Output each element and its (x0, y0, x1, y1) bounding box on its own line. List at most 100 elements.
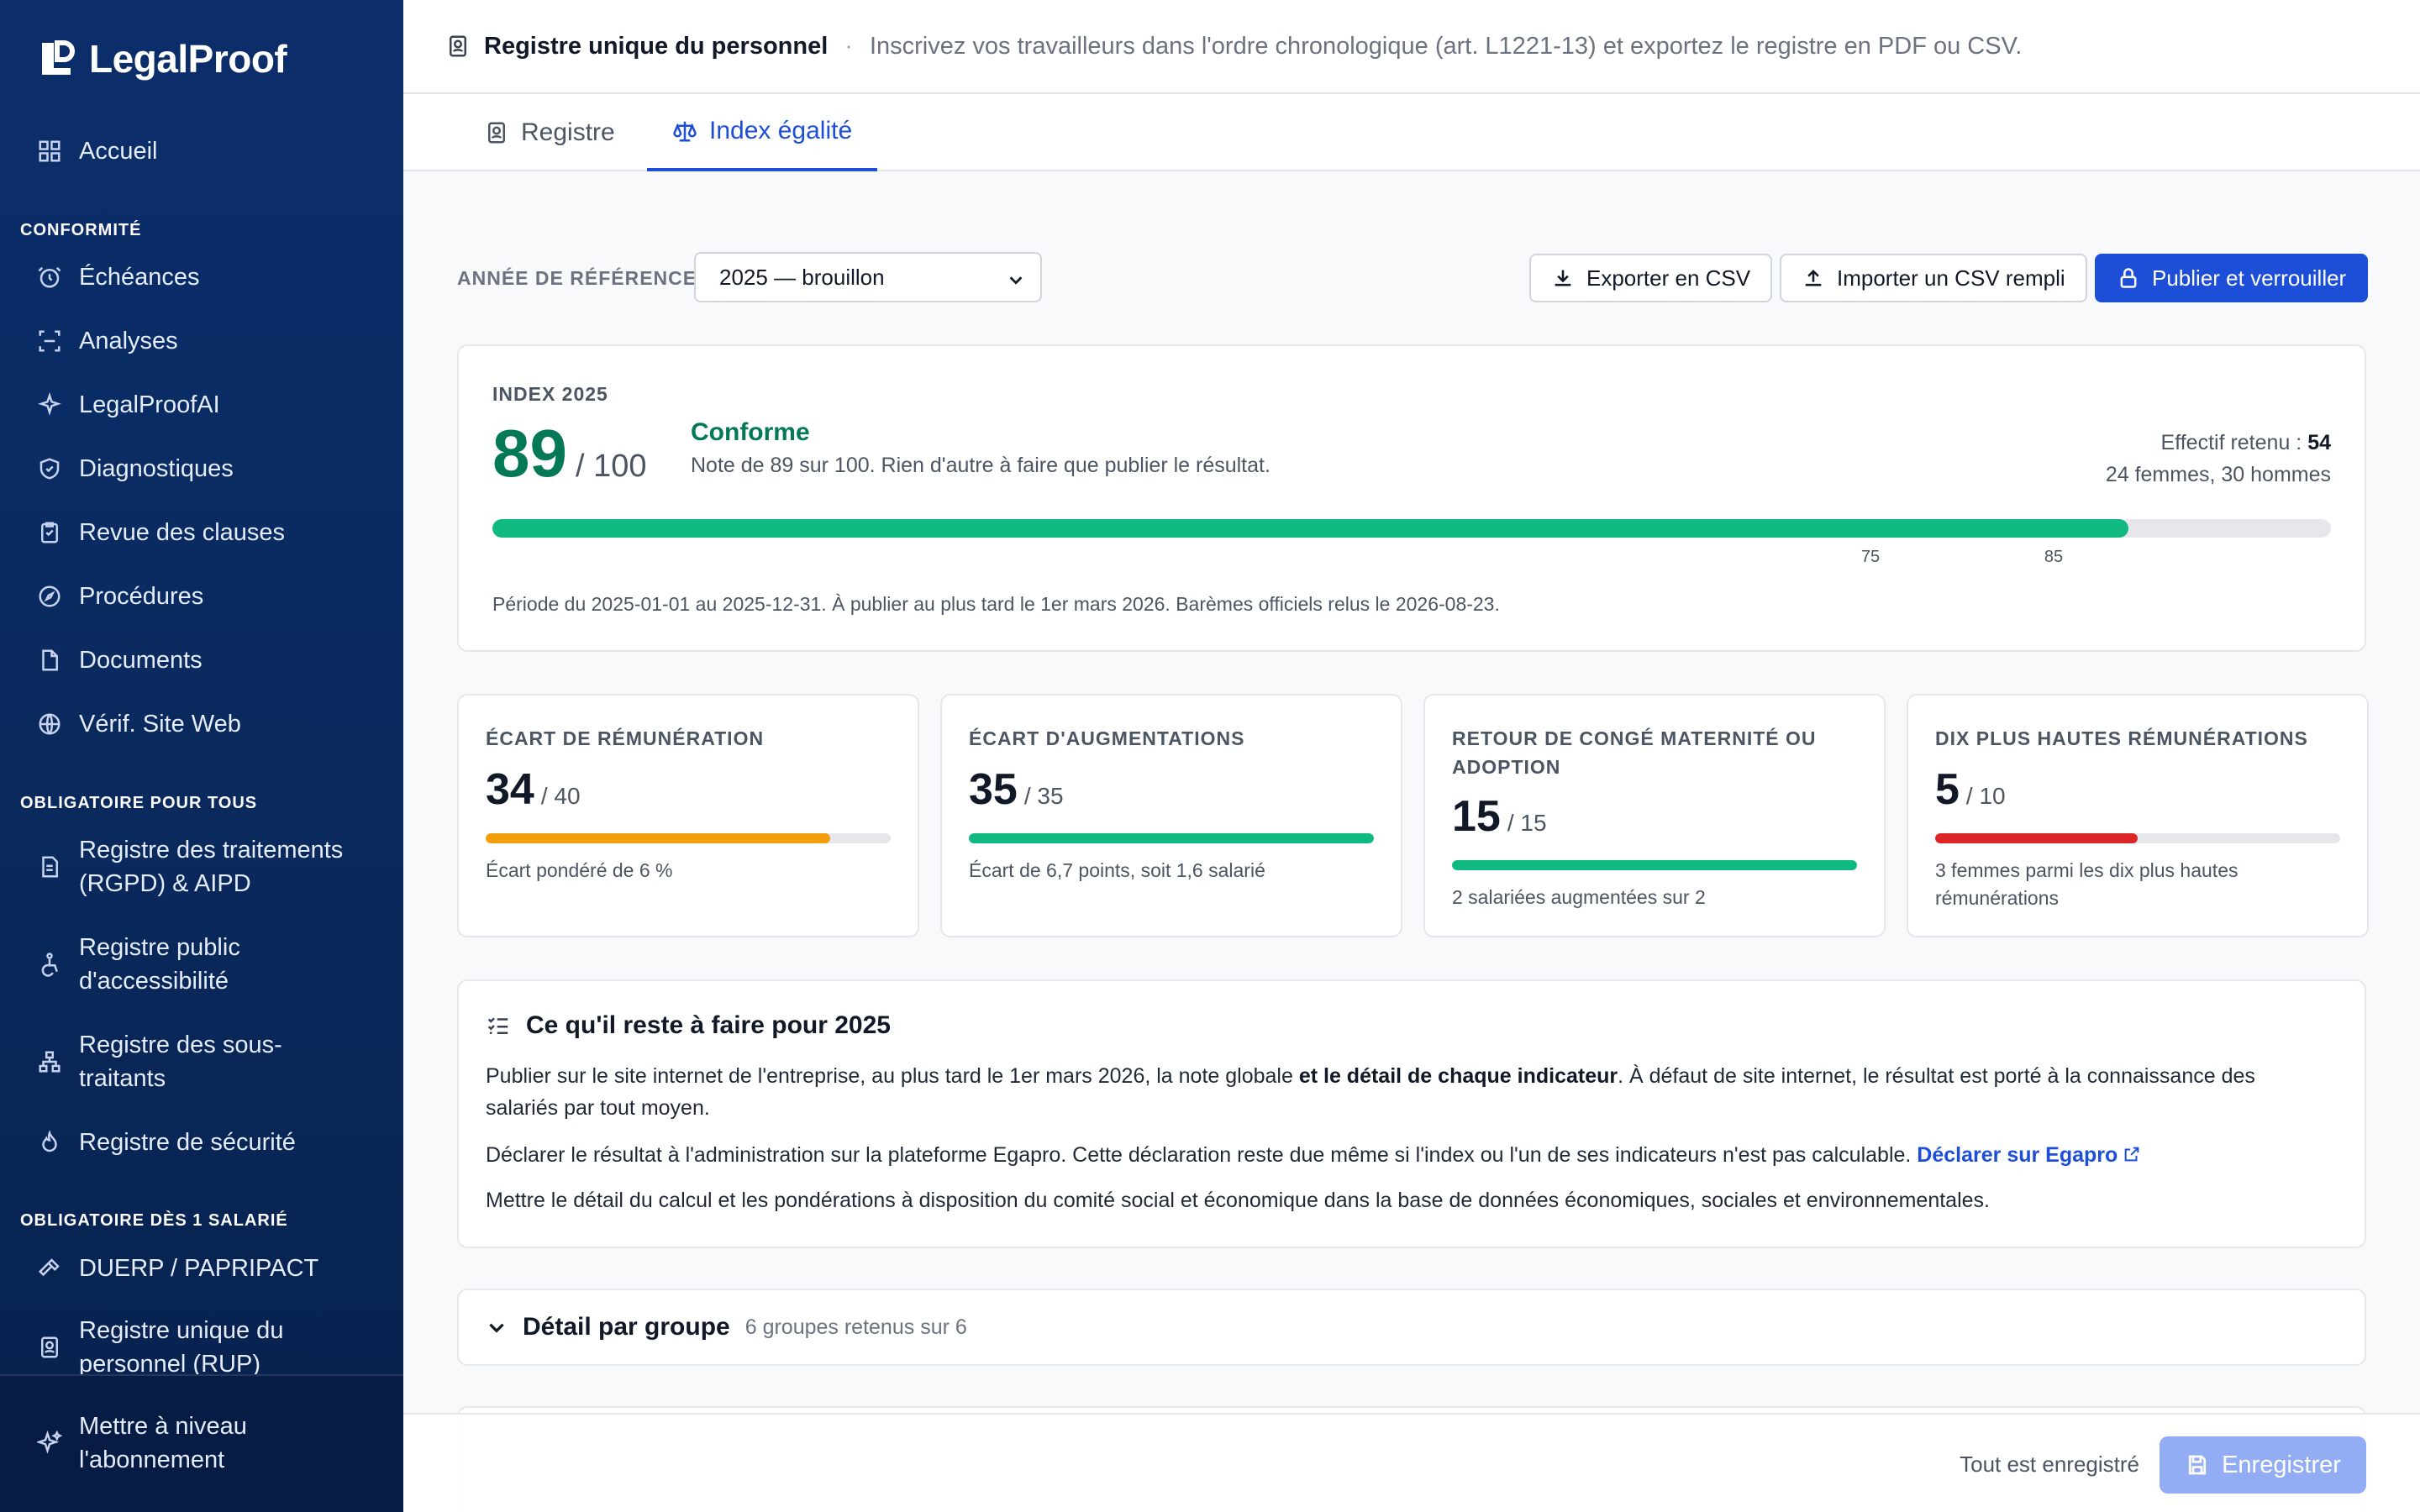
sidebar-item-registre-securite[interactable]: Registre de sécurité (37, 1126, 387, 1159)
save-bar: Tout est enregistré Enregistrer (403, 1413, 2420, 1512)
sidebar-section-title: OBLIGATOIRE POUR TOUS (20, 794, 258, 812)
year-select[interactable]: 2025 — brouillon (694, 252, 1042, 302)
document-icon (42, 649, 58, 671)
tab-index-egalite[interactable]: Index égalité (647, 94, 878, 171)
sidebar-item-registre-personnel[interactable]: Registre unique du personnel (RUP) (37, 1314, 387, 1381)
indicator-title: ÉCART DE RÉMUNÉRATION (486, 727, 765, 749)
publish-lock-button[interactable]: Publier et verrouiller (2095, 254, 2369, 302)
dashboard-icon (39, 140, 60, 162)
tab-label: Index égalité (709, 117, 853, 144)
indicator-progress-bar (1452, 860, 1857, 870)
sidebar-item-registre-sous-traitants[interactable]: Registre des sous- traitants (37, 1028, 387, 1095)
sidebar-item-duerp[interactable]: DUERP / PAPRIPACT (37, 1252, 387, 1285)
todo-item-cse: Mettre le détail du calcul et les pondér… (486, 1189, 1990, 1212)
todo-header: Ce qu'il reste à faire pour 2025 (486, 1011, 891, 1040)
id-badge-icon (488, 122, 505, 144)
sidebar-section-title: CONFORMITÉ (20, 221, 142, 239)
indicator-score-max: / 10 (1965, 783, 2006, 809)
todo-item-declare: Déclarer le résultat à l'administration … (486, 1139, 2331, 1171)
group-detail-subtitle: 6 groupes retenus sur 6 (744, 1315, 967, 1339)
indicator-note: 2 salariées augmentées sur 2 (1452, 886, 1706, 908)
sidebar-item-accueil[interactable]: Accueil (37, 134, 387, 168)
page-title: Registre unique du personnel (484, 32, 829, 60)
sidebar-item-legalproofai[interactable]: LegalProofAI (37, 388, 387, 422)
indicator-progress-fill (969, 833, 1374, 843)
group-detail-toggle[interactable]: Détail par groupe 6 groupes retenus sur … (457, 1289, 2366, 1366)
upgrade-subscription-button[interactable]: Mettre à niveau l'abonnement (37, 1410, 387, 1477)
sidebar-item-label: Vérif. Site Web (79, 711, 241, 738)
indicator-score: 34 / 40 (486, 764, 581, 815)
sidebar-item-label: Échéances (79, 264, 200, 291)
index-status: Conforme (691, 418, 810, 446)
todo-card: Ce qu'il reste à faire pour 2025 Publier… (457, 979, 2366, 1248)
sidebar: LegalProof Accueil CONFORMITÉ Échéances … (0, 0, 403, 1512)
sidebar-item-label: Procédures (79, 583, 204, 610)
indicator-progress-fill (1452, 860, 1857, 870)
title-separator: · (844, 32, 853, 60)
indicator-progress-fill (1935, 833, 2138, 843)
sparkles-icon (37, 1431, 62, 1454)
index-label: INDEX 2025 (492, 383, 608, 405)
sidebar-item-label: Registre unique du personnel (RUP) (79, 1317, 284, 1378)
sidebar-item-verif-site-web[interactable]: Vérif. Site Web (37, 707, 387, 741)
sidebar-footer: Mettre à niveau l'abonnement (0, 1374, 403, 1512)
save-status: Tout est enregistré (1960, 1452, 2139, 1477)
index-score-max: / 100 (575, 449, 647, 484)
index-progress-fill (492, 519, 2129, 538)
indicator-title: RETOUR DE CONGÉ MATERNITÉ OU ADOPTION (1452, 727, 1817, 778)
hammer-icon (38, 1258, 60, 1277)
indicator-progress-bar (486, 833, 891, 843)
brand-name: LegalProof (89, 37, 287, 81)
sidebar-item-procedures[interactable]: Procédures (37, 580, 387, 613)
clipboard-icon (41, 522, 58, 543)
lock-icon (2120, 268, 2137, 288)
import-csv-button[interactable]: Importer un CSV rempli (1780, 254, 2087, 302)
sidebar-item-label: LegalProofAI (79, 391, 220, 418)
network-icon (39, 1051, 60, 1073)
tab-registre[interactable]: Registre (484, 94, 615, 171)
globe-icon (39, 713, 60, 735)
headcount-label: Effectif retenu : (2160, 431, 2308, 454)
index-note: Note de 89 sur 100. Rien d'autre à faire… (691, 454, 1270, 477)
sidebar-item-revue-clauses[interactable]: Revue des clauses (37, 516, 387, 549)
sidebar-item-analyses[interactable]: Analyses (37, 324, 387, 358)
scale-icon (673, 121, 697, 142)
sidebar-item-registre-accessibilite[interactable]: Registre public d'accessibilité (37, 931, 387, 998)
indicator-score: 15 / 15 (1452, 791, 1547, 842)
id-badge-icon (450, 35, 466, 57)
sidebar-item-registre-traitements[interactable]: Registre des traitements (RGPD) & AIPD (37, 833, 387, 900)
upgrade-label: Mettre à niveau l'abonnement (79, 1413, 247, 1473)
shield-icon (39, 458, 60, 480)
save-label: Enregistrer (2222, 1451, 2341, 1478)
todo-title: Ce qu'il reste à faire pour 2025 (526, 1011, 891, 1039)
sidebar-item-documents[interactable]: Documents (37, 643, 387, 677)
indicator-score-max: / 40 (540, 783, 581, 809)
export-csv-button[interactable]: Exporter en CSV (1529, 254, 1773, 302)
main-content: Registre unique du personnel · Inscrivez… (403, 0, 2420, 1512)
sidebar-item-label: Registre des sous- traitants (79, 1032, 282, 1092)
sidebar-item-label: Registre de sécurité (79, 1129, 296, 1156)
headcount-breakdown: 24 femmes, 30 hommes (2105, 463, 2331, 486)
indicator-score: 5 / 10 (1935, 764, 2006, 815)
todo-text: Publier sur le site internet de l'entrep… (486, 1064, 1299, 1088)
egapro-link[interactable]: Déclarer sur Egapro (1917, 1143, 2141, 1167)
sidebar-item-echeances[interactable]: Échéances (37, 260, 387, 294)
sidebar-item-label: Analyses (79, 328, 178, 354)
brand-logo[interactable]: LegalProof (35, 34, 287, 84)
sidebar-item-diagnostiques[interactable]: Diagnostiques (37, 452, 387, 486)
indicator-note: 3 femmes parmi les dix plus hautes rémun… (1935, 859, 2238, 909)
page-header: Registre unique du personnel · Inscrivez… (403, 0, 2420, 94)
export-csv-label: Exporter en CSV (1586, 265, 1751, 291)
save-button[interactable]: Enregistrer (2160, 1436, 2366, 1494)
sidebar-section-title: OBLIGATOIRE DÈS 1 SALARIÉ (20, 1211, 288, 1230)
external-link-icon (2124, 1147, 2139, 1162)
group-detail-title: Détail par groupe (523, 1313, 730, 1341)
chevron-down-icon (489, 1323, 504, 1333)
indicator-score: 35 / 35 (969, 764, 1064, 815)
indicator-score-value: 34 (486, 765, 534, 814)
download-icon (1555, 270, 1571, 286)
sparkles-icon (38, 392, 61, 416)
headcount-value: 54 (2307, 431, 2331, 454)
index-score: 89 / 100 (492, 415, 647, 492)
indicator-score-max: / 15 (1507, 810, 1547, 836)
